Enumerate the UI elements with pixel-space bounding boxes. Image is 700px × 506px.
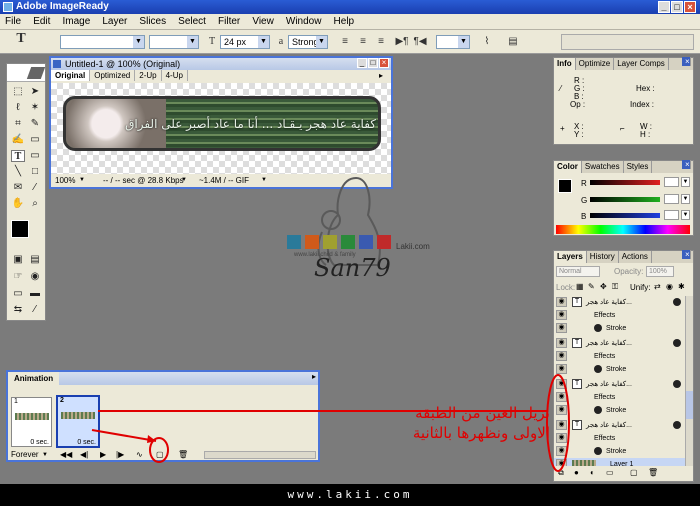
annotation-line-2: الاولى ونظهرها بالثانية (412, 424, 550, 442)
site-url: www.lakii.com (287, 488, 413, 501)
imageready-app: Adobe ImageReady _ □ × File Edit Image L… (0, 0, 700, 484)
annotation-text: نزيل العين من الطبقة الاولى ونظهرها بالث… (322, 403, 550, 443)
site-footer: www.lakii.com (0, 484, 700, 506)
arrow-line-to-duplicate (91, 429, 157, 442)
annotation-line-1: نزيل العين من الطبقة (415, 404, 550, 422)
eye-column-highlight (546, 374, 570, 472)
